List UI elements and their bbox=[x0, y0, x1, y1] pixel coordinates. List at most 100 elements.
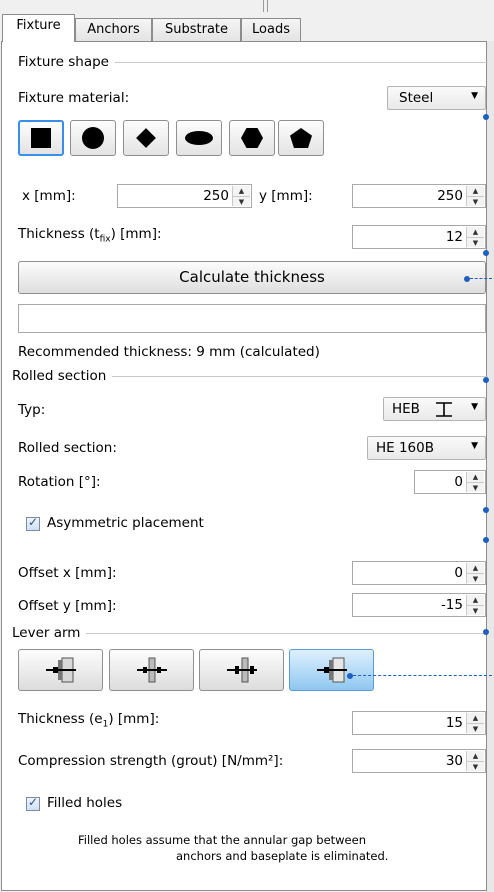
up-arrow-icon[interactable]: ▲ bbox=[467, 713, 484, 723]
rolled-section-select[interactable]: HE 160B ▼ bbox=[367, 436, 486, 460]
down-arrow-icon[interactable]: ▼ bbox=[467, 237, 484, 247]
hexagon-shape-icon bbox=[241, 128, 263, 148]
tab-substrate[interactable]: Substrate bbox=[152, 18, 241, 41]
rolled-section-value: HE 160B bbox=[376, 440, 435, 456]
callout-marker bbox=[483, 537, 489, 543]
top-strip bbox=[0, 0, 494, 12]
up-arrow-icon[interactable]: ▲ bbox=[467, 227, 484, 237]
compression-strength-stepper[interactable]: ▲ ▼ bbox=[466, 751, 484, 771]
down-arrow-icon[interactable]: ▼ bbox=[467, 482, 484, 492]
up-arrow-icon[interactable]: ▲ bbox=[233, 186, 250, 196]
y-spinner[interactable]: 250 ▲ ▼ bbox=[352, 184, 486, 208]
up-arrow-icon[interactable]: ▲ bbox=[467, 186, 484, 196]
pentagon-shape-button[interactable] bbox=[278, 120, 324, 156]
lever-thickness-stepper[interactable]: ▲ ▼ bbox=[466, 713, 484, 733]
square-shape-button[interactable] bbox=[18, 120, 64, 156]
lever-arm-option-2[interactable] bbox=[109, 649, 194, 691]
anchor-double-nut-icon bbox=[227, 657, 257, 683]
rotation-spinner[interactable]: 0 ▲ ▼ bbox=[414, 470, 486, 494]
rotation-stepper[interactable]: ▲ ▼ bbox=[466, 472, 484, 492]
callout-marker bbox=[483, 377, 489, 383]
callout-marker bbox=[483, 114, 489, 120]
down-arrow-icon[interactable]: ▼ bbox=[467, 761, 484, 771]
x-value: 250 bbox=[203, 188, 229, 204]
offset-x-label: Offset x [mm]: bbox=[18, 565, 117, 581]
lever-arm-option-4[interactable] bbox=[289, 649, 374, 691]
asymmetric-placement-label: Asymmetric placement bbox=[47, 515, 204, 531]
up-arrow-icon[interactable]: ▲ bbox=[467, 595, 484, 605]
lever-thickness-label-text: Thickness (e bbox=[18, 711, 103, 727]
square-shape-icon bbox=[31, 128, 51, 148]
offset-x-value: 0 bbox=[454, 565, 463, 581]
fixture-thickness-label-text: Thickness (t bbox=[18, 226, 100, 242]
x-label: x [mm]: bbox=[22, 188, 76, 204]
chevron-down-icon: ▼ bbox=[471, 441, 478, 451]
fixture-material-select[interactable]: Steel ▼ bbox=[387, 86, 486, 110]
up-arrow-icon[interactable]: ▲ bbox=[467, 751, 484, 761]
lever-arm-option-1[interactable] bbox=[18, 649, 103, 691]
lever-thickness-label: Thickness (e1) [mm]: bbox=[18, 711, 159, 730]
y-stepper[interactable]: ▲ ▼ bbox=[466, 186, 484, 206]
checkmark-icon: ✓ bbox=[28, 515, 39, 529]
y-label: y [mm]: bbox=[259, 188, 313, 204]
x-stepper[interactable]: ▲ ▼ bbox=[232, 186, 250, 206]
circle-shape-button[interactable] bbox=[70, 120, 116, 156]
grouted-baseplate-icon bbox=[317, 657, 347, 683]
chevron-down-icon: ▼ bbox=[471, 402, 478, 412]
fixture-thickness-value: 12 bbox=[445, 229, 463, 245]
callout-marker bbox=[483, 250, 489, 256]
tab-loads[interactable]: Loads bbox=[241, 18, 301, 41]
down-arrow-icon[interactable]: ▼ bbox=[467, 605, 484, 615]
calculate-thickness-button[interactable]: Calculate thickness bbox=[18, 261, 486, 294]
compression-strength-spinner[interactable]: 30 ▲ ▼ bbox=[352, 749, 486, 773]
hexagon-shape-button[interactable] bbox=[229, 120, 275, 156]
fixture-thickness-label-sub: fix bbox=[99, 234, 111, 245]
group-lever-arm: Lever arm bbox=[12, 625, 488, 641]
offset-y-spinner[interactable]: -15 ▲ ▼ bbox=[352, 593, 486, 617]
pentagon-shape-icon bbox=[290, 128, 312, 148]
compression-strength-label: Compression strength (grout) [N/mm²]: bbox=[18, 753, 284, 769]
group-title-rolled-section: Rolled section bbox=[12, 368, 107, 384]
filled-holes-note-line-1: Filled holes assume that the annular gap… bbox=[78, 833, 366, 847]
fixture-thickness-stepper[interactable]: ▲ ▼ bbox=[466, 227, 484, 247]
asymmetric-placement-checkbox[interactable]: ✓ bbox=[26, 515, 40, 531]
diamond-shape-button[interactable] bbox=[123, 120, 169, 156]
calculation-result-field[interactable] bbox=[18, 304, 486, 333]
callout-marker bbox=[464, 276, 470, 282]
diamond-shape-icon bbox=[136, 128, 156, 148]
fixture-thickness-spinner[interactable]: 12 ▲ ▼ bbox=[352, 225, 486, 249]
down-arrow-icon[interactable]: ▼ bbox=[467, 573, 484, 583]
down-arrow-icon[interactable]: ▼ bbox=[233, 196, 250, 206]
x-spinner[interactable]: 250 ▲ ▼ bbox=[117, 184, 252, 208]
lever-thickness-value: 15 bbox=[445, 715, 463, 731]
group-title-lever-arm: Lever arm bbox=[12, 625, 81, 641]
fixture-thickness-label-unit: ) [mm]: bbox=[110, 226, 162, 242]
circle-shape-icon bbox=[82, 127, 104, 149]
callout-marker bbox=[483, 629, 489, 635]
i-beam-icon bbox=[436, 402, 452, 417]
callout-line bbox=[353, 675, 492, 676]
offset-y-label: Offset y [mm]: bbox=[18, 598, 117, 614]
filled-holes-note-line-2: anchors and baseplate is eliminated. bbox=[176, 849, 389, 863]
callout-margin bbox=[487, 41, 494, 892]
down-arrow-icon[interactable]: ▼ bbox=[467, 723, 484, 733]
down-arrow-icon[interactable]: ▼ bbox=[467, 196, 484, 206]
offset-y-stepper[interactable]: ▲ ▼ bbox=[466, 595, 484, 615]
lever-arm-option-3[interactable] bbox=[199, 649, 284, 691]
up-arrow-icon[interactable]: ▲ bbox=[467, 472, 484, 482]
section-type-select[interactable]: HEB ▼ bbox=[383, 397, 486, 421]
offset-x-stepper[interactable]: ▲ ▼ bbox=[466, 563, 484, 583]
filled-holes-checkbox[interactable]: ✓ bbox=[26, 795, 40, 811]
lever-thickness-spinner[interactable]: 15 ▲ ▼ bbox=[352, 711, 486, 735]
fixture-thickness-label: Thickness (tfix) [mm]: bbox=[18, 226, 162, 245]
group-fixture-shape: Fixture shape bbox=[18, 54, 488, 70]
up-arrow-icon[interactable]: ▲ bbox=[467, 563, 484, 573]
tab-fixture[interactable]: Fixture bbox=[2, 14, 75, 42]
rotation-value: 0 bbox=[454, 474, 463, 490]
chevron-down-icon: ▼ bbox=[471, 91, 478, 101]
checkmark-icon: ✓ bbox=[28, 795, 39, 809]
tab-anchors[interactable]: Anchors bbox=[75, 18, 152, 41]
ellipse-shape-button[interactable] bbox=[176, 120, 222, 156]
rolled-section-label: Rolled section: bbox=[18, 440, 117, 456]
offset-x-spinner[interactable]: 0 ▲ ▼ bbox=[352, 561, 486, 585]
